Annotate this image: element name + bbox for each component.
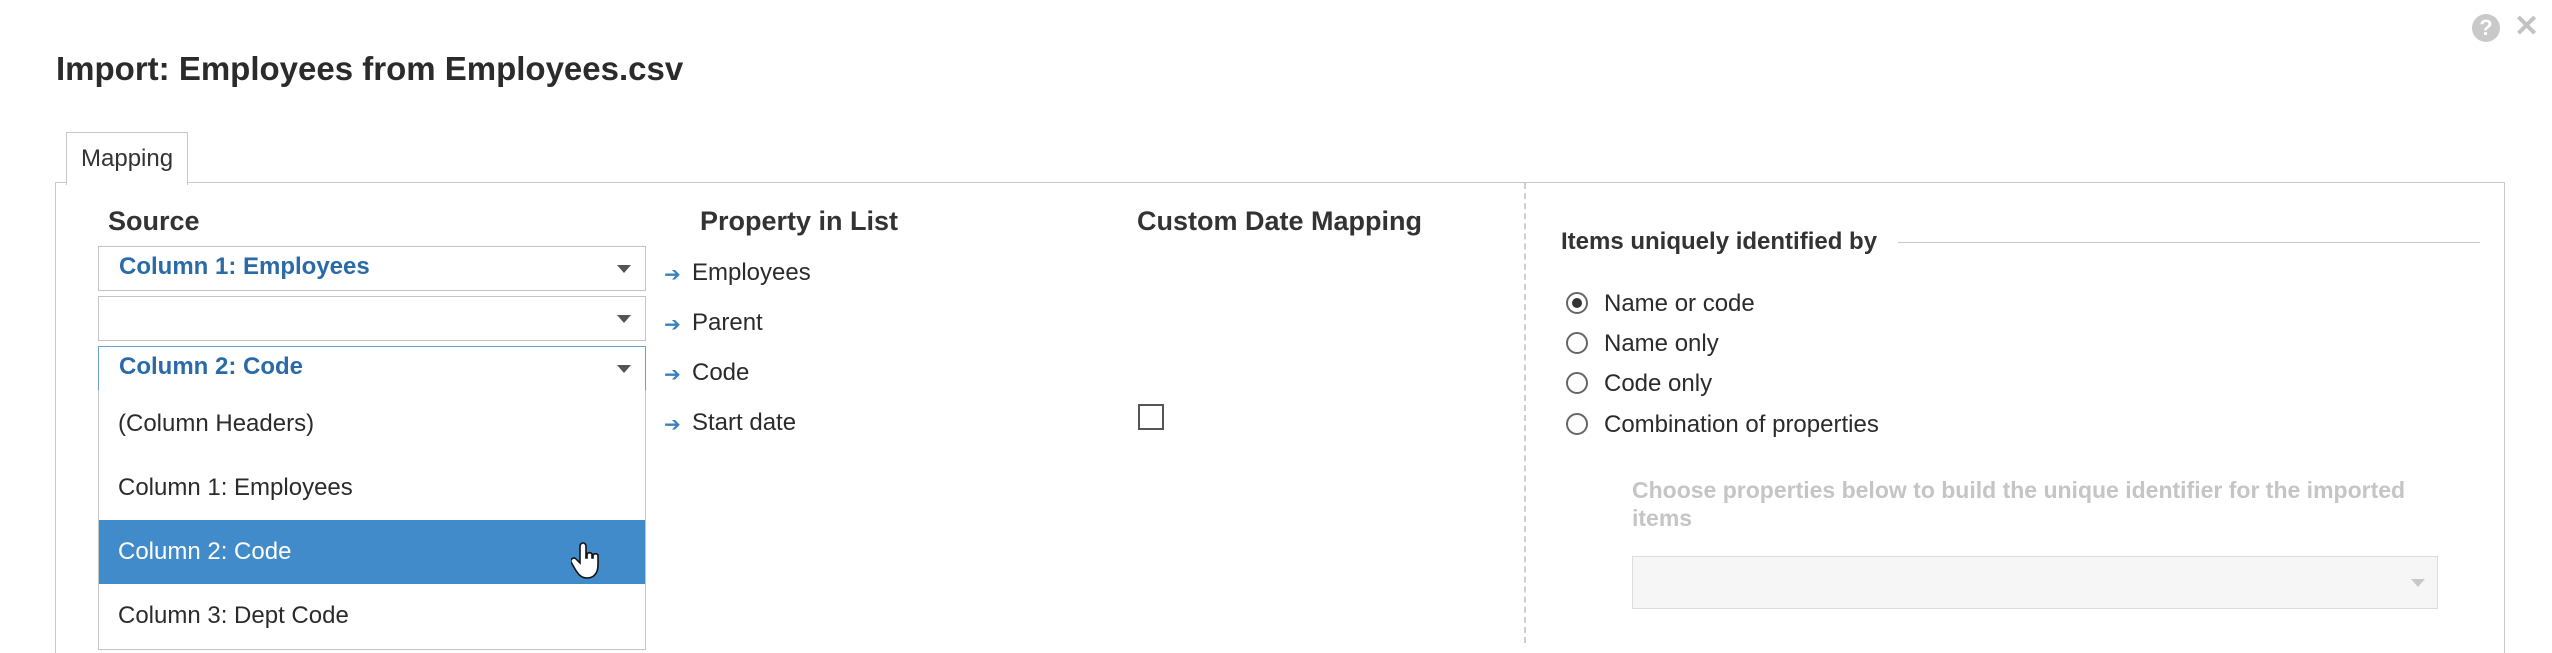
custom-date-column-header: Custom Date Mapping [1137, 206, 1423, 236]
arrow-right-icon: ➔ [664, 314, 681, 336]
radio-combination[interactable] [1566, 413, 1588, 435]
radio-label[interactable]: Name or code [1604, 290, 1755, 318]
tab-mapping[interactable]: Mapping [66, 132, 189, 185]
property-label: Code [692, 359, 750, 386]
source-select-row-3[interactable]: Column 2: Code [98, 346, 646, 391]
property-column-header: Property in List [700, 206, 899, 236]
property-label: Start date [692, 409, 797, 436]
radio-code-only[interactable] [1566, 372, 1588, 394]
chevron-down-icon [617, 265, 631, 273]
dropdown-option-selected[interactable]: Column 2: Code [99, 520, 645, 584]
source-select-value: Column 1: Employees [119, 253, 370, 280]
arrow-right-icon: ➔ [664, 414, 681, 436]
arrow-right-icon: ➔ [664, 264, 681, 286]
chevron-down-icon [617, 365, 631, 373]
radio-label[interactable]: Name only [1604, 330, 1719, 358]
source-select-value: Column 2: Code [119, 353, 303, 380]
source-select-row-1[interactable]: Column 1: Employees [98, 246, 646, 291]
arrow-right-icon: ➔ [664, 364, 681, 386]
dropdown-option-label: Column 2: Code [118, 538, 292, 565]
chevron-down-icon [2411, 579, 2425, 587]
unique-id-legend: Items uniquely identified by [1561, 228, 1878, 255]
radio-name-or-code[interactable] [1566, 292, 1588, 314]
source-select-row-2[interactable] [98, 296, 646, 341]
help-icon[interactable]: ? [2472, 14, 2500, 42]
section-divider [1524, 183, 1526, 643]
dropdown-option[interactable]: Column 3: Dept Code [99, 584, 645, 648]
property-label: Parent [692, 309, 763, 336]
dropdown-option[interactable]: Column 1: Employees [99, 456, 645, 520]
legend-rule [1898, 242, 2480, 243]
source-dropdown-list: (Column Headers) Column 1: Employees Col… [98, 390, 646, 650]
radio-label[interactable]: Combination of properties [1604, 411, 1879, 439]
hand-cursor-icon [571, 542, 599, 579]
chevron-down-icon [617, 315, 631, 323]
dialog-title: Import: Employees from Employees.csv [56, 50, 684, 87]
radio-label[interactable]: Code only [1604, 370, 1712, 398]
close-icon[interactable]: ✕ [2514, 10, 2539, 44]
custom-date-checkbox[interactable] [1138, 404, 1164, 430]
unique-id-hint: Choose properties below to build the uni… [1632, 477, 2406, 531]
dropdown-option[interactable]: (Column Headers) [99, 392, 645, 456]
property-label: Employees [692, 259, 811, 286]
unique-properties-select [1632, 556, 2438, 609]
source-column-header: Source [108, 206, 200, 236]
radio-name-only[interactable] [1566, 332, 1588, 354]
